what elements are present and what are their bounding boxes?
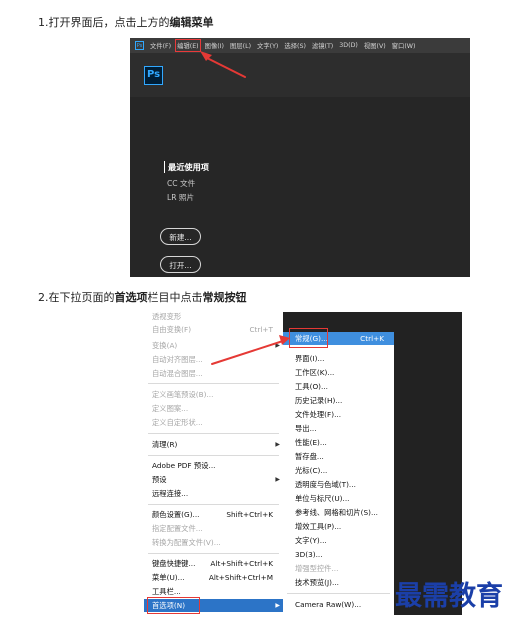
preferences-submenu: 常规(G)... Ctrl+K 界面(I)... 工作区(K)... 工具(O).…	[283, 332, 394, 615]
menu-divider	[148, 433, 279, 434]
step-2-text-b: 栏目中点击	[147, 291, 203, 304]
menu-item-pdf-presets[interactable]: Adobe PDF 预设...	[144, 459, 283, 472]
edit-menu-screenshot: 透视变形 自由变换(F) Ctrl+T 变换(A) ▶ 自动对齐图层... 自动混合…	[144, 312, 462, 615]
menu-type[interactable]: 文字(Y)	[257, 41, 278, 50]
pref-item-interface[interactable]: 界面(I)...	[283, 352, 394, 365]
pref-item-workspace[interactable]: 工作区(K)...	[283, 366, 394, 379]
submenu-arrow-icon: ▶	[275, 342, 280, 349]
menu-item-auto-align[interactable]: 自动对齐图层...	[144, 353, 283, 366]
menu-view[interactable]: 视图(V)	[364, 41, 386, 50]
menu-item-assign-profile[interactable]: 指定配置文件...	[144, 522, 283, 535]
menu-divider	[148, 504, 279, 505]
edit-dropdown-menu: 透视变形 自由变换(F) Ctrl+T 变换(A) ▶ 自动对齐图层... 自动混合…	[144, 312, 283, 615]
cc-files-tab[interactable]: CC 文件	[167, 178, 195, 189]
menu-bar: Ps 文件(F) 编辑(E) 图像(I) 图层(L) 文字(Y) 选择(S) 滤…	[130, 38, 470, 53]
lr-photos-tab[interactable]: LR 照片	[167, 192, 194, 203]
menu-3d[interactable]: 3D(D)	[339, 42, 358, 49]
menu-item-menus[interactable]: 菜单(U)... Alt+Shift+Ctrl+M	[144, 571, 283, 584]
menu-item-auto-blend[interactable]: 自动混合图层...	[144, 367, 283, 380]
menu-item-purge[interactable]: 清理(R) ▶	[144, 438, 283, 451]
menu-item-free-transform[interactable]: 自由变换(F) Ctrl+T	[144, 323, 283, 336]
pref-item-3d[interactable]: 3D(3)...	[283, 548, 394, 561]
submenu-arrow-icon: ▶	[275, 476, 280, 483]
pref-item-guides-grid[interactable]: 参考线、网格和切片(S)...	[283, 506, 394, 519]
photoshop-start-screen: Ps 文件(F) 编辑(E) 图像(I) 图层(L) 文字(Y) 选择(S) 滤…	[130, 38, 470, 277]
menu-divider	[148, 553, 279, 554]
menu-file[interactable]: 文件(F)	[150, 41, 171, 50]
pref-item-type[interactable]: 文字(Y)...	[283, 534, 394, 547]
step-2-caption: 2.在下拉页面的首选项栏目中点击常规按钮	[38, 289, 247, 305]
menu-edit[interactable]: 编辑(E)	[175, 39, 201, 52]
step-2-bold-b: 常规按钮	[202, 291, 247, 304]
pref-item-history[interactable]: 历史记录(H)...	[283, 394, 394, 407]
pref-item-tech-previews[interactable]: 技术预览(J)...	[283, 576, 394, 589]
preferences-highlight-box	[147, 597, 200, 614]
menu-item-perspective-warp[interactable]: 透视变形	[144, 312, 283, 323]
pref-item-cursors[interactable]: 光标(C)...	[283, 464, 394, 477]
menu-image[interactable]: 图像(I)	[205, 41, 224, 50]
menu-item-remote-connections[interactable]: 远程连接...	[144, 487, 283, 500]
step-2-text-a: 2.在下拉页面的	[38, 291, 115, 304]
pref-item-performance[interactable]: 性能(E)...	[283, 436, 394, 449]
general-highlight-box	[289, 328, 328, 348]
menu-filter[interactable]: 滤镜(T)	[312, 41, 333, 50]
menu-item-define-brush[interactable]: 定义画笔预设(B)...	[144, 388, 283, 401]
menu-divider	[287, 593, 390, 594]
menu-layer[interactable]: 图层(L)	[230, 41, 251, 50]
menu-item-keyboard-shortcuts[interactable]: 键盘快捷键... Alt+Shift+Ctrl+K	[144, 557, 283, 570]
pref-item-transparency[interactable]: 透明度与色域(T)...	[283, 478, 394, 491]
pref-item-plugins[interactable]: 增效工具(P)...	[283, 520, 394, 533]
pref-item-tools[interactable]: 工具(O)...	[283, 380, 394, 393]
watermark-logo: 最需教育	[395, 581, 503, 612]
step-1-bold: 编辑菜单	[169, 16, 214, 29]
step-1-caption: 1.打开界面后，点击上方的编辑菜单	[38, 14, 214, 30]
ps-app-icon: Ps	[135, 41, 144, 50]
menu-item-presets[interactable]: 预设 ▶	[144, 473, 283, 486]
menu-divider	[148, 455, 279, 456]
ps-logo-icon: Ps	[144, 66, 163, 85]
step-2-bold-a: 首选项	[114, 291, 148, 304]
menu-item-define-shape[interactable]: 定义自定形状...	[144, 416, 283, 429]
menu-window[interactable]: 窗口(W)	[392, 41, 416, 50]
menu-item-transform[interactable]: 变换(A) ▶	[144, 339, 283, 352]
pref-item-file-handling[interactable]: 文件处理(F)...	[283, 408, 394, 421]
menu-item-define-pattern[interactable]: 定义图案...	[144, 402, 283, 415]
step-1-text: 1.打开界面后，点击上方的	[38, 16, 170, 29]
submenu-arrow-icon: ▶	[275, 441, 280, 448]
menu-divider	[148, 383, 279, 384]
pref-item-units-rulers[interactable]: 单位与标尺(U)...	[283, 492, 394, 505]
menu-item-convert-profile[interactable]: 转换为配置文件(V)...	[144, 536, 283, 549]
recent-files-tab[interactable]: 最近使用项	[164, 161, 209, 173]
pref-item-enhanced-controls[interactable]: 增强型控件...	[283, 562, 394, 575]
pref-item-camera-raw[interactable]: Camera Raw(W)...	[283, 598, 394, 611]
new-button[interactable]: 新建...	[160, 228, 201, 245]
open-button[interactable]: 打开...	[160, 256, 201, 273]
start-header	[130, 53, 470, 97]
menu-select[interactable]: 选择(S)	[284, 41, 306, 50]
pref-item-export[interactable]: 导出...	[283, 422, 394, 435]
submenu-arrow-icon: ▶	[275, 602, 280, 609]
menu-item-color-settings[interactable]: 颜色设置(G)... Shift+Ctrl+K	[144, 508, 283, 521]
pref-item-scratch-disks[interactable]: 暂存盘...	[283, 450, 394, 463]
